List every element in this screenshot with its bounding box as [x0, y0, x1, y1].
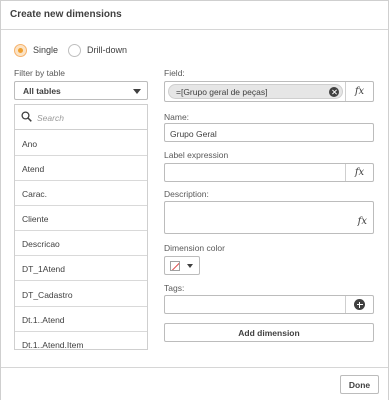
field-input[interactable]: =[Grupo geral de peças] fx [164, 81, 374, 102]
radio-drill-down-label: Drill-down [87, 45, 128, 55]
filter-label: Filter by table [14, 68, 66, 78]
field-list[interactable]: Search Ano Atend Carac. Cliente Descrica… [14, 104, 148, 350]
chevron-down-icon [187, 264, 193, 268]
dialog-title: Create new dimensions [10, 9, 122, 20]
field-expression-button[interactable]: fx [345, 82, 373, 101]
radio-drill-down-indicator[interactable] [68, 43, 81, 57]
radio-drill-down[interactable]: Drill-down [68, 43, 127, 57]
name-label: Name: [164, 112, 190, 122]
list-item-label: Ano [22, 139, 38, 149]
plus-circle-icon [354, 299, 365, 310]
list-item[interactable]: Dt.1..Atend [15, 307, 147, 332]
list-item[interactable]: Dt.1..Atend.Item [15, 332, 147, 350]
tags-label: Tags: [164, 283, 185, 293]
table-filter-value: All tables [23, 86, 61, 96]
description-expression-button[interactable]: fx [358, 216, 367, 227]
dialog-footer: Done [1, 367, 388, 400]
name-value: Grupo Geral [170, 129, 217, 139]
list-item[interactable]: DT_Cadastro [15, 282, 147, 307]
list-item-label: DT_Cadastro [22, 290, 73, 300]
radio-single[interactable]: Single [14, 43, 58, 57]
no-color-swatch-icon [170, 261, 180, 271]
done-button[interactable]: Done [340, 375, 379, 394]
list-item-label: DT_1Atend [22, 264, 65, 274]
create-dimensions-dialog: Create new dimensions Single Drill-down … [0, 0, 389, 400]
list-item[interactable]: Carac. [15, 181, 147, 206]
add-dimension-button[interactable]: Add dimension [164, 323, 374, 342]
search-icon [21, 111, 32, 122]
list-item[interactable]: Cliente [15, 206, 147, 231]
dialog-header: Create new dimensions [1, 1, 388, 30]
name-input[interactable]: Grupo Geral [164, 123, 374, 142]
label-expression-button[interactable]: fx [345, 164, 373, 181]
dimension-color-label: Dimension color [164, 243, 225, 253]
search-placeholder: Search [37, 113, 64, 123]
label-expression-label: Label expression [164, 150, 229, 160]
field-expression-chip: =[Grupo geral de peças] [168, 84, 343, 99]
list-item[interactable]: DT_1Atend [15, 256, 147, 281]
list-item[interactable]: Ano [15, 131, 147, 156]
field-label: Field: [164, 68, 185, 78]
field-expression-text: =[Grupo geral de peças] [176, 87, 268, 97]
list-item-label: Descricao [22, 239, 60, 249]
list-item-label: Cliente [22, 214, 49, 224]
list-item-label: Carac. [22, 189, 48, 199]
field-search[interactable]: Search [15, 105, 147, 130]
label-expression-input[interactable]: fx [164, 163, 374, 182]
description-label: Description: [164, 189, 209, 199]
tags-input[interactable] [164, 295, 374, 314]
list-item[interactable]: Atend [15, 156, 147, 181]
dimension-color-button[interactable] [164, 256, 200, 275]
radio-single-label: Single [33, 45, 59, 55]
radio-single-indicator[interactable] [14, 43, 27, 57]
list-item-label: Dt.1..Atend [22, 315, 65, 325]
chevron-down-icon [133, 89, 141, 94]
description-input[interactable]: fx [164, 201, 374, 234]
clear-icon[interactable] [329, 87, 339, 97]
table-filter-select[interactable]: All tables [14, 81, 148, 100]
list-item[interactable]: Descricao [15, 231, 147, 256]
add-tag-button[interactable] [345, 296, 373, 313]
list-item-label: Dt.1..Atend.Item [22, 340, 84, 350]
list-item-label: Atend [22, 164, 45, 174]
